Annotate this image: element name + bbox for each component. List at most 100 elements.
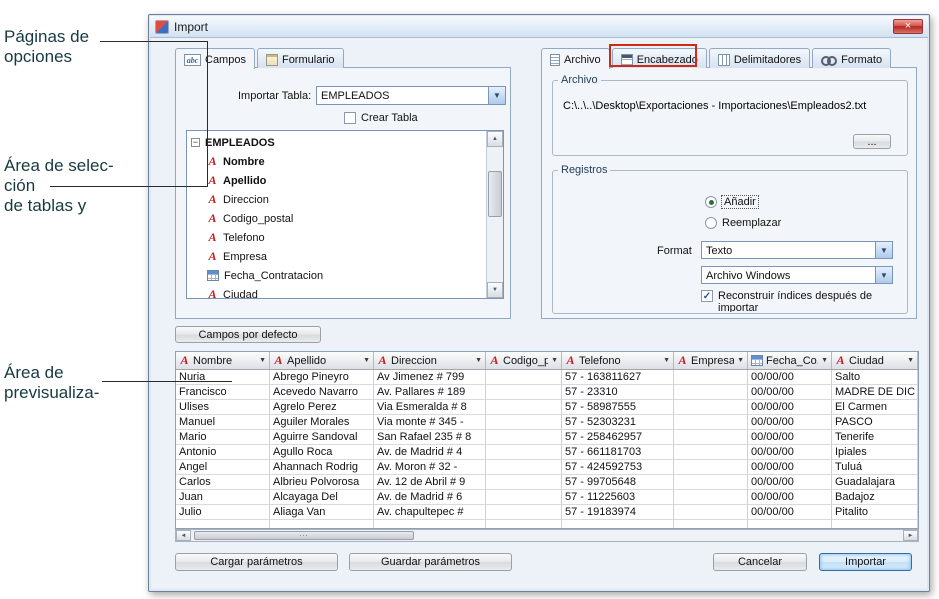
table-row[interactable] — [176, 520, 918, 529]
tree-item[interactable]: AEmpresa — [191, 247, 486, 266]
collapse-icon[interactable]: − — [191, 138, 200, 147]
tree-scrollbar[interactable]: ▲ ▼ — [486, 131, 503, 298]
table-cell: Nuria — [176, 370, 270, 385]
registros-group: Registros Añadir Reemplazar Format Texto… — [552, 164, 908, 314]
tree-root[interactable]: − EMPLEADOS — [191, 133, 486, 152]
text-field-icon: A — [207, 230, 218, 245]
tree-root-label: EMPLEADOS — [205, 137, 275, 149]
tree-item[interactable]: ACiudad — [191, 285, 486, 298]
column-header[interactable]: AEmpresa▼ — [674, 352, 748, 369]
table-cell: Angel — [176, 460, 270, 475]
column-header[interactable]: Fecha_Co...▼ — [748, 352, 832, 369]
field-tree[interactable]: − EMPLEADOS ANombreAApellidoADireccionAC… — [186, 130, 504, 299]
table-cell: 00/00/00 — [748, 385, 832, 400]
column-filter-arrow-icon[interactable]: ▼ — [821, 357, 828, 364]
table-row[interactable]: MarioAguirre SandovalSan Rafael 235 # 85… — [176, 430, 918, 445]
tab-formulario[interactable]: Formulario — [257, 48, 344, 68]
table-row[interactable]: CarlosAlbrieu PolvorosaAv. 12 de Abril #… — [176, 475, 918, 490]
browse-button[interactable]: ... — [853, 134, 891, 149]
delimiters-icon — [718, 54, 730, 66]
chevron-down-icon[interactable]: ▼ — [875, 242, 892, 258]
group-title: Registros — [558, 164, 610, 176]
tab-formato[interactable]: Formato — [812, 48, 891, 68]
annotation-connector — [102, 381, 232, 382]
titlebar[interactable]: Import × — [150, 16, 928, 38]
import-button[interactable]: Importar — [819, 553, 912, 571]
table-cell: Av. de Madrid # 6 — [374, 490, 486, 505]
table-cell — [832, 520, 918, 529]
table-row[interactable]: FranciscoAcevedo NavarroAv. Pallares # 1… — [176, 385, 918, 400]
table-row[interactable]: JuanAlcayaga DelAv. de Madrid # 657 - 11… — [176, 490, 918, 505]
tab-label: Formulario — [282, 54, 335, 66]
table-cell: 57 - 52303231 — [562, 415, 674, 430]
text-field-icon: A — [207, 249, 218, 264]
table-cell: 57 - 23310 — [562, 385, 674, 400]
column-header[interactable]: ATelefono▼ — [562, 352, 674, 369]
annotation-connector — [100, 41, 207, 42]
tab-archivo[interactable]: Archivo — [541, 48, 610, 69]
radio-label: Añadir — [722, 196, 758, 208]
scrollbar-thumb[interactable] — [488, 171, 502, 217]
table-cell: Aguirre Sandoval — [270, 430, 374, 445]
column-header[interactable]: ACodigo_p...▼ — [486, 352, 562, 369]
chevron-down-icon[interactable]: ▼ — [488, 87, 505, 104]
column-header[interactable]: ANombre▼ — [176, 352, 270, 369]
column-filter-arrow-icon[interactable]: ▼ — [363, 357, 370, 364]
close-button[interactable]: × — [893, 19, 923, 34]
table-row[interactable]: UlisesAgrelo PerezVia Esmeralda # 857 - … — [176, 400, 918, 415]
table-cell: Aliaga Van — [270, 505, 374, 520]
chevron-down-icon[interactable]: ▼ — [875, 267, 892, 283]
scroll-up-icon[interactable]: ▲ — [487, 131, 503, 147]
column-filter-arrow-icon[interactable]: ▼ — [551, 357, 558, 364]
save-parameters-button[interactable]: Guardar parámetros — [349, 553, 512, 571]
tab-campos[interactable]: abc Campos — [175, 48, 255, 69]
file-type-select[interactable]: Archivo Windows ▼ — [701, 266, 893, 284]
append-radio[interactable]: Añadir — [705, 196, 758, 208]
tree-item[interactable]: AApellido — [191, 171, 486, 190]
scrollbar-thumb[interactable] — [194, 531, 414, 540]
table-row[interactable]: NuriaAbrego PineyroAv Jimenez # 79957 - … — [176, 370, 918, 385]
table-cell — [674, 520, 748, 529]
cancel-button[interactable]: Cancelar — [713, 553, 807, 571]
column-header[interactable]: ADireccion▼ — [374, 352, 486, 369]
table-row[interactable]: AngelAhannach RodrigAv. Moron # 32 -57 -… — [176, 460, 918, 475]
group-title: Archivo — [558, 74, 601, 86]
table-row[interactable]: ManuelAguiler MoralesVia monte # 345 -57… — [176, 415, 918, 430]
tree-item[interactable]: ATelefono — [191, 228, 486, 247]
column-filter-arrow-icon[interactable]: ▼ — [737, 357, 744, 364]
scroll-right-icon[interactable]: ► — [903, 530, 918, 541]
tree-item[interactable]: ACodigo_postal — [191, 209, 486, 228]
tree-item[interactable]: Fecha_Contratacion — [191, 266, 486, 285]
load-parameters-button[interactable]: Cargar parámetros — [175, 553, 338, 571]
table-cell: Via monte # 345 - — [374, 415, 486, 430]
table-cell — [562, 520, 674, 529]
rebuild-indexes-checkbox[interactable]: ✓ Reconstruir índices después de importa… — [701, 290, 908, 312]
grid-horizontal-scrollbar[interactable]: ◄ ► — [175, 529, 919, 542]
column-filter-arrow-icon[interactable]: ▼ — [259, 357, 266, 364]
default-fields-button[interactable]: Campos por defecto — [175, 326, 321, 343]
replace-radio[interactable]: Reemplazar — [705, 217, 781, 229]
column-filter-arrow-icon[interactable]: ▼ — [907, 357, 914, 364]
form-icon — [266, 54, 278, 66]
table-row[interactable]: AntonioAgullo RocaAv. de Madrid # 457 - … — [176, 445, 918, 460]
table-cell: Av. Pallares # 189 — [374, 385, 486, 400]
create-table-checkbox[interactable]: Crear Tabla — [344, 112, 418, 124]
column-header[interactable]: ACiudad▼ — [832, 352, 918, 369]
column-header[interactable]: AApellido▼ — [270, 352, 374, 369]
table-cell — [486, 505, 562, 520]
tree-item[interactable]: ANombre — [191, 152, 486, 171]
scroll-down-icon[interactable]: ▼ — [487, 282, 503, 298]
tab-delimitadores[interactable]: Delimitadores — [709, 48, 810, 68]
table-row[interactable]: JulioAliaga VanAv. chapultepec #57 - 191… — [176, 505, 918, 520]
column-filter-arrow-icon[interactable]: ▼ — [663, 357, 670, 364]
column-header-label: Empresa — [691, 355, 734, 367]
table-cell: Tuluá — [832, 460, 918, 475]
table-cell — [674, 415, 748, 430]
preview-grid: ANombre▼AApellido▼ADireccion▼ACodigo_p..… — [175, 351, 919, 529]
column-filter-arrow-icon[interactable]: ▼ — [475, 357, 482, 364]
tree-item[interactable]: ADireccion — [191, 190, 486, 209]
format-select[interactable]: Texto ▼ — [701, 241, 893, 259]
scroll-left-icon[interactable]: ◄ — [176, 530, 191, 541]
table-cell: 00/00/00 — [748, 475, 832, 490]
import-table-select[interactable]: EMPLEADOS ▼ — [316, 86, 506, 105]
